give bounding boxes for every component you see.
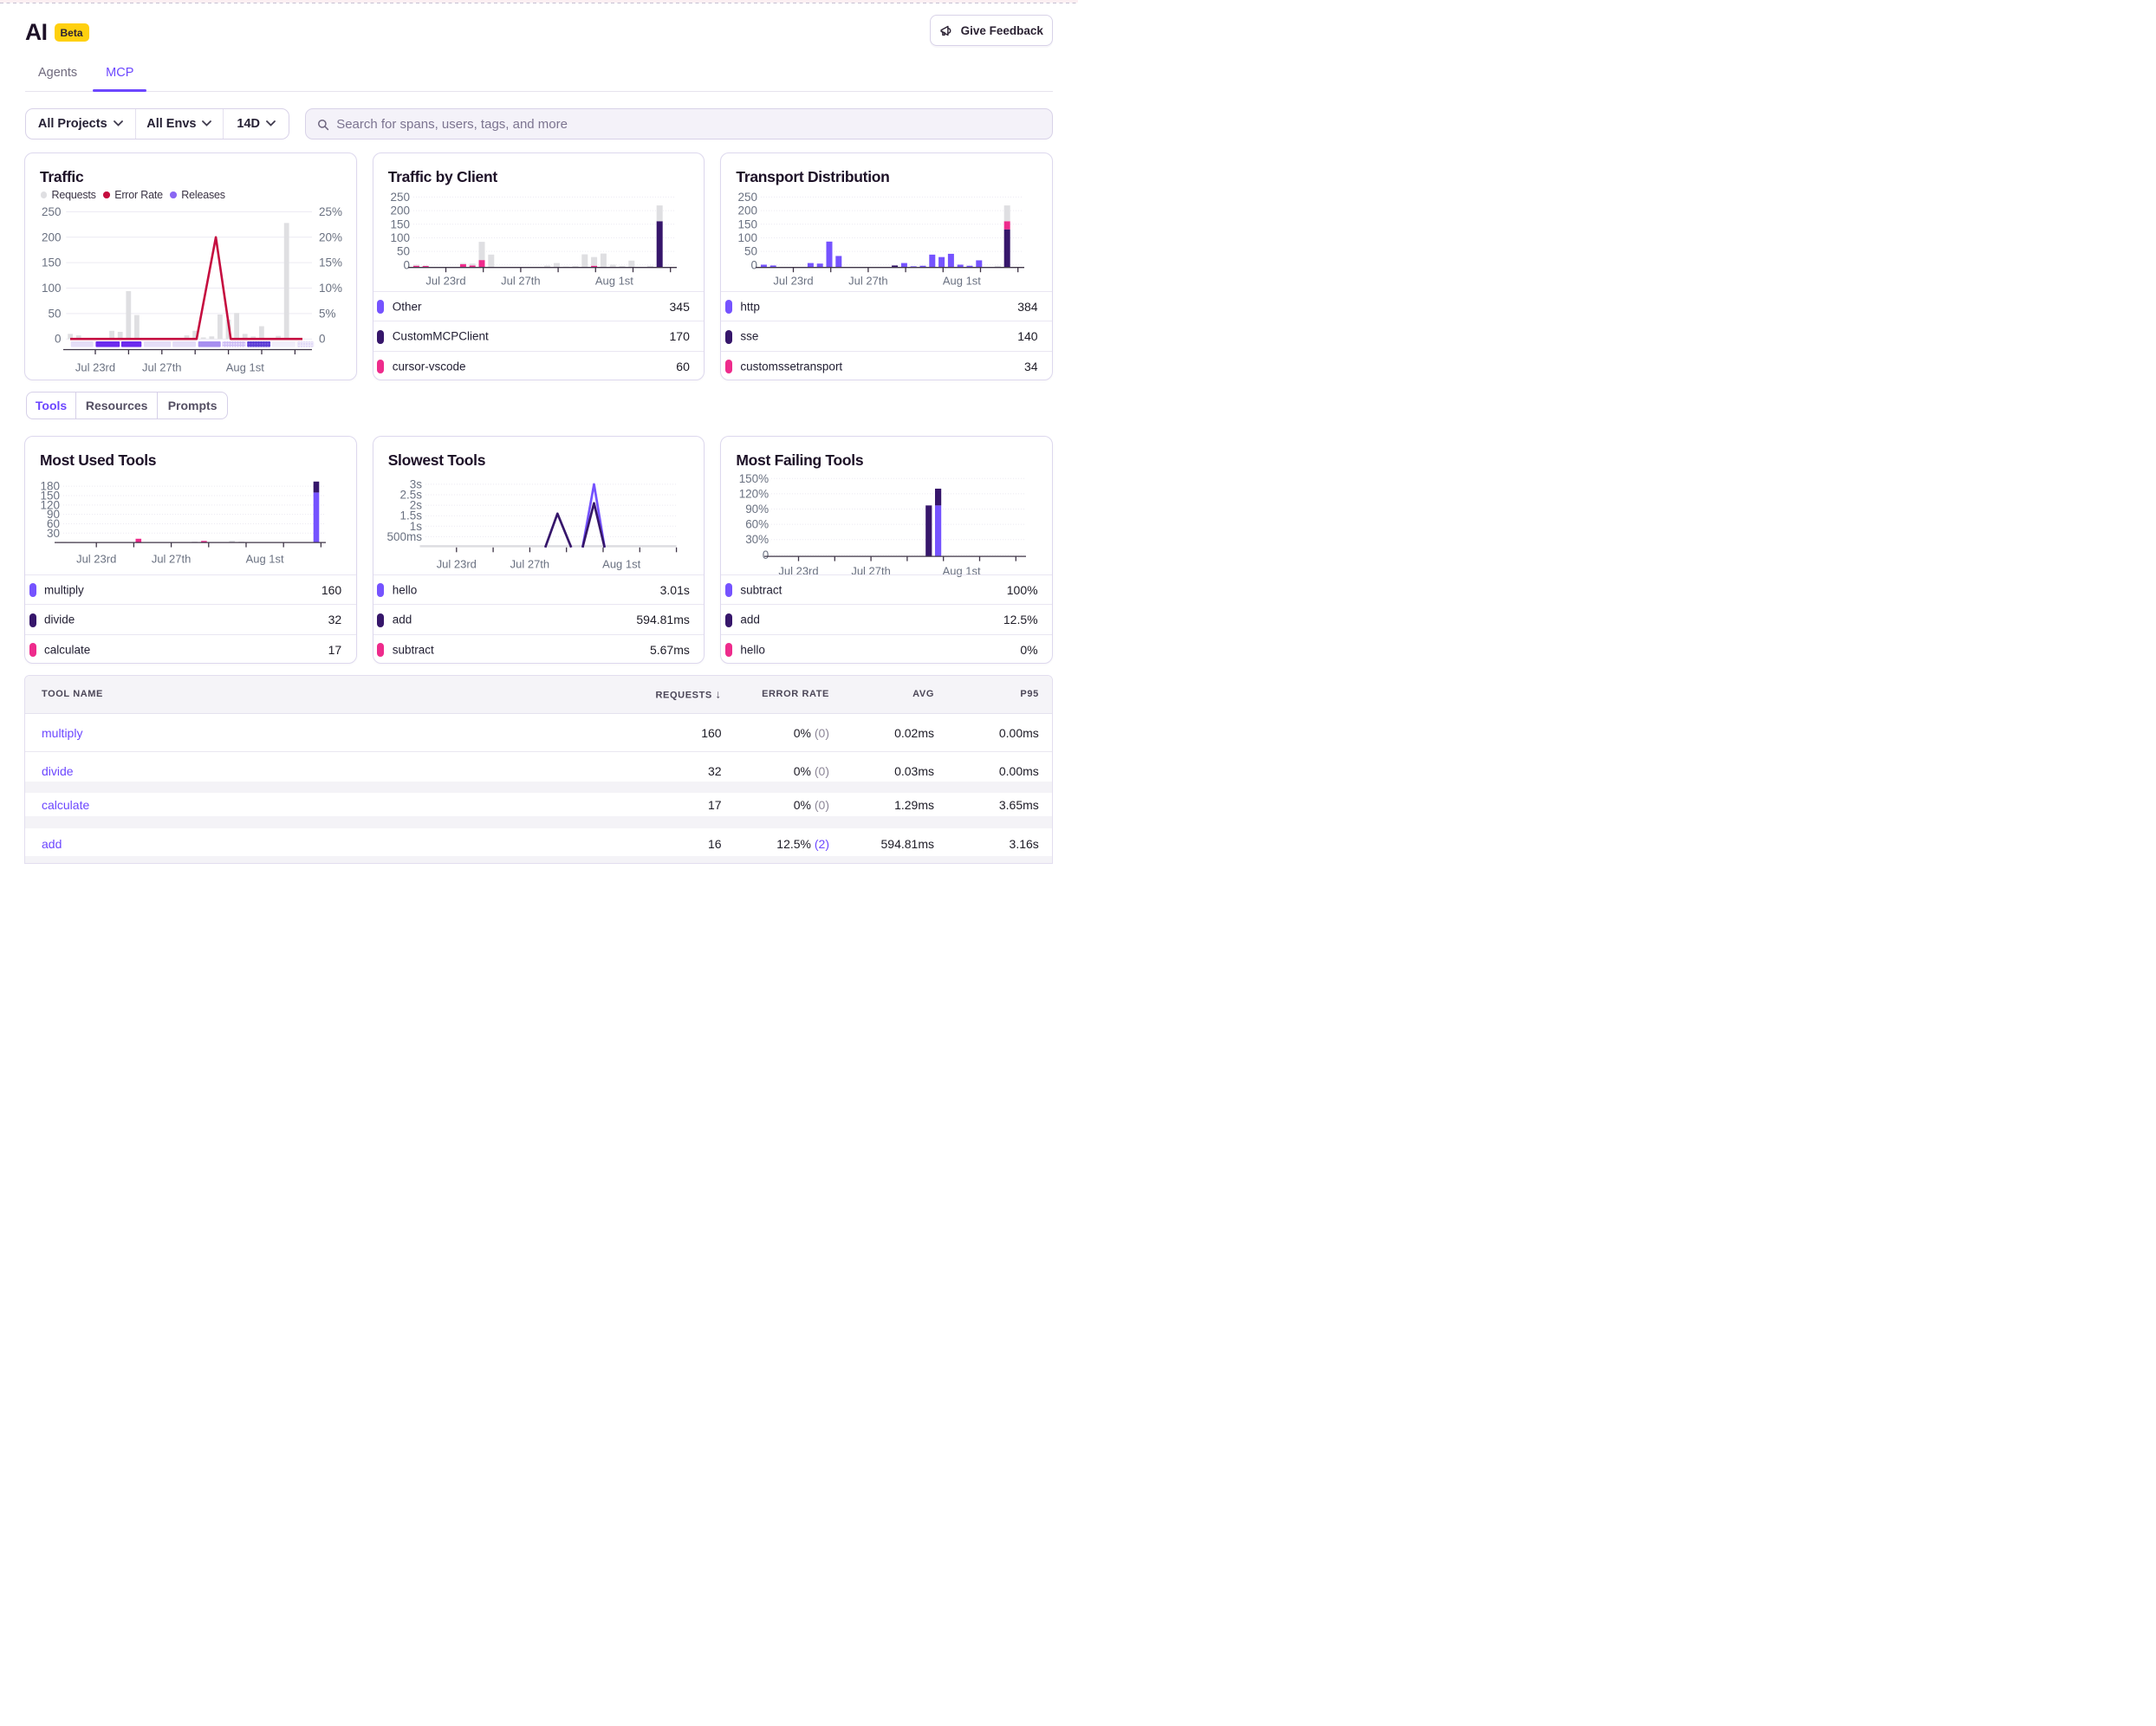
svg-text:Aug 1st: Aug 1st xyxy=(595,274,633,287)
svg-text:100: 100 xyxy=(42,281,61,294)
svg-text:Jul 23rd: Jul 23rd xyxy=(436,557,476,570)
svg-text:30: 30 xyxy=(47,526,60,539)
svg-text:100: 100 xyxy=(738,230,758,243)
svg-text:Aug 1st: Aug 1st xyxy=(943,274,981,287)
svg-text:10%: 10% xyxy=(319,281,342,294)
svg-text:Jul 27th: Jul 27th xyxy=(142,360,181,373)
svg-text:5%: 5% xyxy=(319,307,336,320)
svg-text:50: 50 xyxy=(397,244,410,257)
svg-text:50: 50 xyxy=(744,244,757,257)
svg-text:Aug 1st: Aug 1st xyxy=(246,552,284,565)
svg-text:Jul 27th: Jul 27th xyxy=(501,274,540,287)
svg-text:Jul 23rd: Jul 23rd xyxy=(774,274,814,287)
svg-text:90%: 90% xyxy=(746,503,770,516)
svg-text:200: 200 xyxy=(738,204,758,217)
svg-text:250: 250 xyxy=(390,190,410,203)
svg-text:100: 100 xyxy=(390,230,410,243)
svg-text:Jul 27th: Jul 27th xyxy=(849,274,888,287)
svg-text:20%: 20% xyxy=(319,230,342,243)
svg-text:150%: 150% xyxy=(739,471,770,484)
svg-text:50: 50 xyxy=(48,307,61,320)
svg-text:150: 150 xyxy=(738,217,758,230)
svg-text:Aug 1st: Aug 1st xyxy=(602,557,640,570)
svg-text:200: 200 xyxy=(390,204,410,217)
svg-text:500ms: 500ms xyxy=(386,529,422,542)
svg-text:150: 150 xyxy=(390,217,410,230)
svg-text:Jul 23rd: Jul 23rd xyxy=(425,274,465,287)
svg-text:Jul 23rd: Jul 23rd xyxy=(76,552,116,565)
svg-text:150: 150 xyxy=(42,256,61,269)
svg-text:Jul 27th: Jul 27th xyxy=(152,552,191,565)
svg-text:0: 0 xyxy=(403,258,410,271)
svg-text:200: 200 xyxy=(42,230,61,243)
svg-text:15%: 15% xyxy=(319,256,342,269)
svg-text:25%: 25% xyxy=(319,204,342,217)
svg-text:0: 0 xyxy=(55,332,61,345)
svg-text:250: 250 xyxy=(738,190,758,203)
svg-text:Jul 27th: Jul 27th xyxy=(510,557,549,570)
svg-text:0: 0 xyxy=(751,258,758,271)
svg-text:60%: 60% xyxy=(746,517,770,530)
svg-text:Jul 23rd: Jul 23rd xyxy=(75,360,115,373)
svg-text:0: 0 xyxy=(763,548,770,561)
svg-text:0: 0 xyxy=(319,332,326,345)
svg-text:250: 250 xyxy=(42,204,61,217)
svg-text:Aug 1st: Aug 1st xyxy=(226,360,264,373)
svg-text:30%: 30% xyxy=(746,533,770,546)
svg-text:120%: 120% xyxy=(739,487,770,500)
